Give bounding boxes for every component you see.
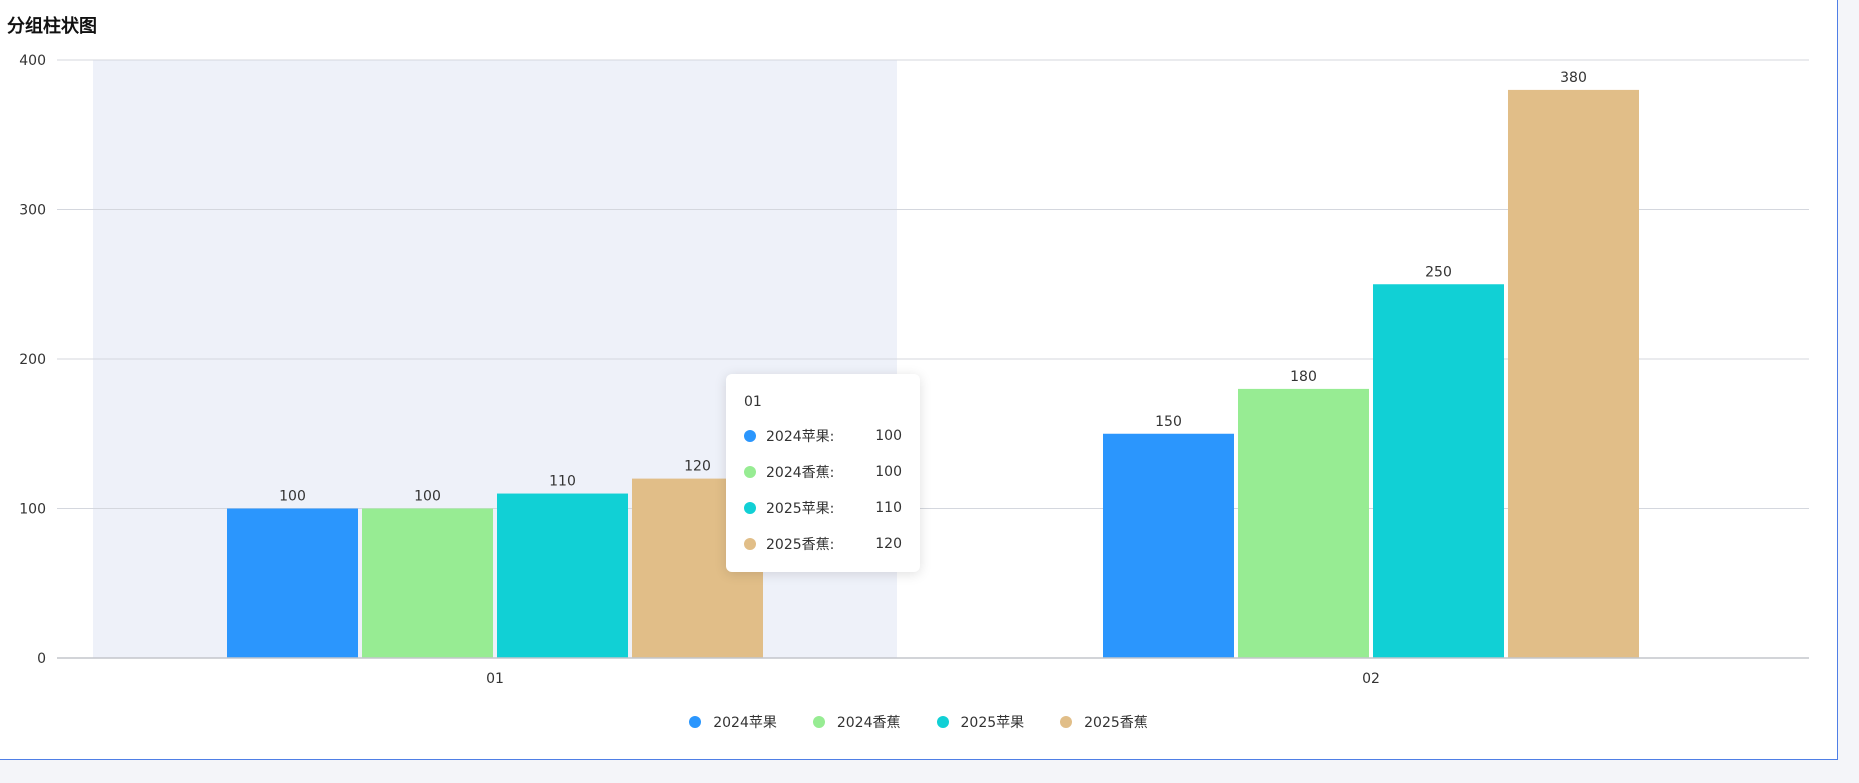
x-tick-label: 01: [486, 671, 504, 687]
legend-item[interactable]: 2024香蕉: [812, 712, 901, 732]
tooltip-dot-icon: [744, 466, 756, 478]
tooltip-dot-icon: [744, 430, 756, 442]
legend-item[interactable]: 2024苹果: [689, 712, 777, 732]
legend-item[interactable]: 2025香蕉: [1060, 712, 1148, 732]
tooltip-value: 120: [875, 536, 902, 552]
bar-data-label: 380: [1560, 70, 1587, 86]
tooltip-value: 110: [875, 500, 902, 516]
legend-label: 2025香蕉: [1084, 715, 1148, 731]
legend-dot-icon: [936, 716, 949, 728]
legend: 2024苹果 2024香蕉 2025苹果 2025香蕉: [0, 712, 1837, 732]
tooltip-dot-icon: [744, 502, 756, 514]
bar: [362, 508, 493, 658]
y-tick-label: 0: [37, 651, 46, 667]
bar-data-label: 150: [1155, 414, 1182, 430]
bar-data-label: 180: [1290, 369, 1317, 385]
legend-dot-icon: [812, 716, 825, 728]
bar: [1373, 284, 1504, 658]
tooltip-series-name: 2024苹果:: [766, 429, 835, 445]
chart-panel: 分组柱状图 0 100 200 300 400 100 100 110 120 01 150 180 2…: [0, 0, 1838, 760]
tooltip-value: 100: [875, 428, 902, 444]
bar-data-label: 100: [279, 489, 306, 505]
bar: [497, 493, 628, 658]
y-tick-label: 200: [19, 352, 46, 368]
bar-data-label: 110: [549, 474, 576, 490]
tooltip-row: 2024苹果: 100: [744, 426, 902, 446]
x-tick-label: 02: [1362, 671, 1380, 687]
y-tick-label: 300: [19, 203, 46, 219]
bar: [1238, 388, 1369, 658]
bar-data-label: 250: [1425, 264, 1452, 280]
y-tick-label: 400: [19, 53, 46, 69]
bar: [1508, 89, 1639, 658]
bar-data-label: 120: [684, 459, 711, 475]
tooltip-row: 2024香蕉: 100: [744, 462, 902, 482]
legend-label: 2025苹果: [960, 715, 1025, 731]
legend-label: 2024香蕉: [836, 715, 901, 731]
legend-dot-icon: [1060, 716, 1073, 728]
tooltip-title: 01: [744, 394, 762, 410]
bar: [1103, 433, 1234, 658]
tooltip-dot-icon: [744, 538, 756, 550]
bar: [227, 508, 358, 658]
tooltip-value: 100: [875, 464, 902, 480]
tooltip-series-name: 2025苹果:: [766, 501, 835, 517]
tooltip-row: 2025苹果: 110: [744, 498, 902, 518]
tooltip-row: 2025香蕉: 120: [744, 534, 902, 554]
tooltip: 01 2024苹果: 100 2024香蕉: 100 2025苹果: 110 2…: [726, 374, 920, 572]
y-tick-label: 100: [19, 502, 46, 518]
tooltip-series-name: 2024香蕉:: [766, 465, 835, 481]
legend-label: 2024苹果: [713, 715, 777, 731]
bar-data-label: 100: [414, 489, 441, 505]
tooltip-series-name: 2025香蕉:: [766, 537, 835, 553]
legend-dot-icon: [689, 716, 702, 728]
legend-item[interactable]: 2025苹果: [936, 712, 1025, 732]
